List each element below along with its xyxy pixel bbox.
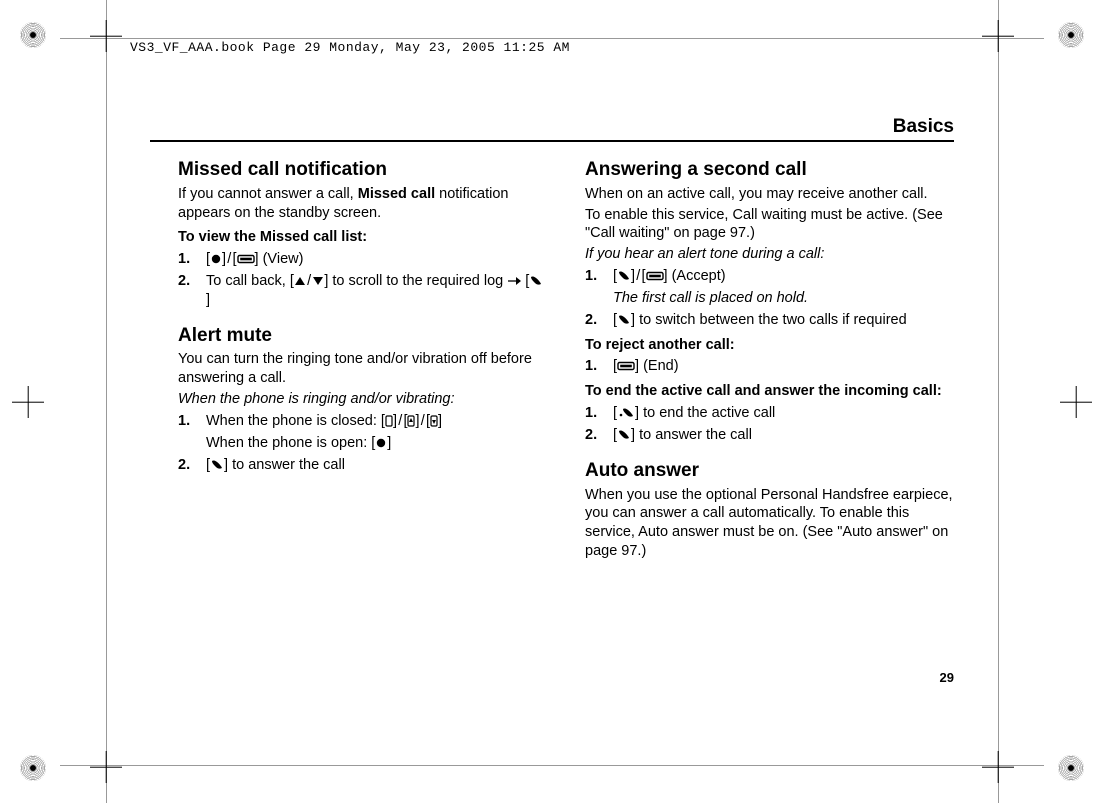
registration-cross-icon [12,386,44,418]
send-key-icon [210,459,224,471]
body-text: When the phone is ringing and/or vibrati… [178,390,547,409]
column-right: Answering a second call When on an activ… [585,158,954,563]
body-text: You can turn the ringing tone and/or vib… [178,350,547,388]
side-key-icon [385,415,393,427]
crop-mark-icon [1058,755,1084,781]
crop-mark-icon [20,22,46,48]
send-key-icon [617,429,631,441]
hairline-rule [998,0,999,803]
registration-cross-icon [982,20,1014,52]
page-number: 29 [940,670,954,685]
volume-up-key-icon [407,415,415,427]
hairline-rule [60,38,1044,39]
step-list: 2. [] to answer the call [178,456,547,475]
nav-up-icon [294,275,306,287]
heading-missed-call: Missed call notification [178,158,547,183]
list-item: 1. [] / [] (View) [206,250,547,269]
text-columns: Missed call notification If you cannot a… [178,158,954,563]
end-key-icon [617,407,635,419]
list-item: 2. [] to answer the call [613,426,954,445]
heading-second-call: Answering a second call [585,158,954,183]
send-key-icon [617,314,631,326]
softkey-icon [617,360,635,372]
list-item: 2. [] to answer the call [206,456,547,475]
send-key-icon [617,270,631,282]
step-list: 2. [] to switch between the two calls if… [585,311,954,330]
body-text: If you hear an alert tone during a call: [585,245,954,264]
registration-cross-icon [1060,386,1092,418]
body-text: When on an active call, you may receive … [585,185,954,204]
subheading: To end the active call and answer the in… [585,382,954,401]
step-list: 1. When the phone is closed: [] / [] / [… [178,412,547,431]
subheading: To reject another call: [585,336,954,355]
nav-down-icon [312,275,324,287]
body-text: If you cannot answer a call, Missed call… [178,185,547,223]
title-rule [150,140,954,142]
page-content: VS3_VF_AAA.book Page 29 Monday, May 23, … [150,100,954,703]
section-title: Basics [893,116,954,138]
body-text: To enable this service, Call waiting mus… [585,206,954,244]
registration-cross-icon [982,751,1014,783]
hairline-rule [106,0,107,803]
step-list: 1. [] / [] (View) 2. To call back, [ / ]… [178,250,547,310]
subheading: To view the Missed call list: [178,228,547,247]
crop-mark-icon [1058,22,1084,48]
softkey-icon [237,253,255,265]
hairline-rule [60,765,1044,766]
list-item: 2. To call back, [ / ] to scroll to the … [206,272,547,310]
volume-down-key-icon [430,415,438,427]
body-text: When the phone is open: [] [178,434,547,453]
list-item: 1. [] to end the active call [613,404,954,423]
heading-alert-mute: Alert mute [178,324,547,349]
step-list: 1. [] / [] (Accept) [585,267,954,286]
step-list: 1. [] (End) [585,357,954,376]
softkey-icon [646,270,664,282]
body-text: When you use the optional Personal Hands… [585,486,954,561]
column-left: Missed call notification If you cannot a… [178,158,547,563]
list-item: 2. [] to switch between the two calls if… [613,311,954,330]
list-item: 1. When the phone is closed: [] / [] / [… [206,412,547,431]
file-header: VS3_VF_AAA.book Page 29 Monday, May 23, … [130,40,570,55]
crop-mark-icon [20,755,46,781]
list-item: 1. [] (End) [613,357,954,376]
send-key-icon [529,275,543,287]
body-text: The first call is placed on hold. [585,289,954,308]
centre-key-icon [210,253,222,265]
centre-key-icon [375,437,387,449]
step-list: 1. [] to end the active call 2. [] to an… [585,404,954,445]
arrow-right-icon [507,275,521,287]
list-item: 1. [] / [] (Accept) [613,267,954,286]
heading-auto-answer: Auto answer [585,459,954,484]
